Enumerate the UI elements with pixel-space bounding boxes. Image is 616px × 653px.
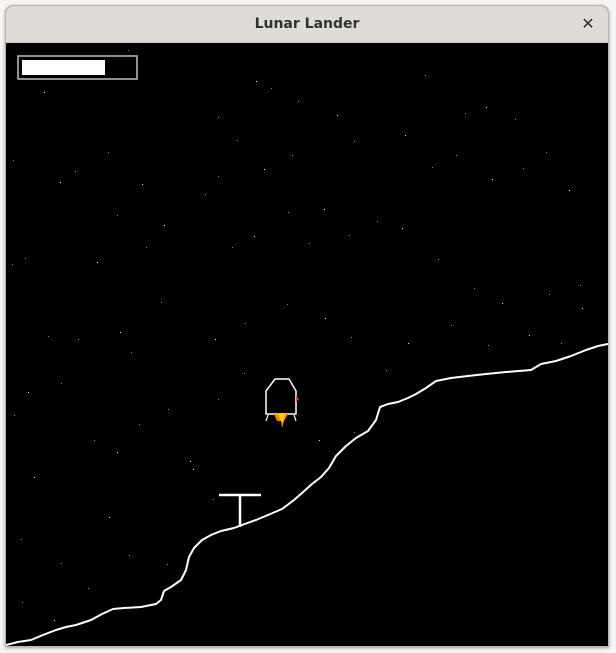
- star: [237, 140, 238, 141]
- star: [190, 461, 191, 462]
- star: [109, 517, 110, 518]
- star: [218, 117, 219, 118]
- star: [34, 477, 35, 478]
- star: [161, 302, 162, 303]
- star: [298, 101, 299, 102]
- star: [21, 539, 22, 540]
- star: [402, 228, 403, 229]
- star: [287, 304, 288, 305]
- star: [264, 169, 265, 170]
- star: [14, 415, 15, 416]
- fuel-gauge-fill: [22, 60, 105, 75]
- window-title: Lunar Lander: [254, 16, 360, 32]
- star: [142, 184, 143, 185]
- star: [108, 152, 109, 153]
- star: [451, 325, 452, 326]
- lander-body: [265, 378, 297, 415]
- star: [561, 343, 562, 344]
- star: [377, 221, 378, 222]
- star: [488, 345, 489, 346]
- game-window: Lunar Lander ✕: [5, 5, 609, 647]
- star: [117, 215, 118, 216]
- close-icon[interactable]: ✕: [576, 12, 600, 36]
- star: [193, 469, 194, 470]
- star: [515, 119, 516, 120]
- star: [582, 308, 583, 309]
- star: [88, 588, 89, 589]
- star: [325, 318, 326, 319]
- star: [432, 167, 433, 168]
- star: [438, 259, 439, 260]
- star: [75, 171, 76, 172]
- star: [486, 107, 487, 108]
- star: [549, 294, 550, 295]
- star: [474, 288, 475, 289]
- star: [12, 264, 13, 265]
- star: [354, 141, 355, 142]
- star: [213, 499, 214, 500]
- star: [324, 209, 325, 210]
- star: [349, 235, 350, 236]
- star: [78, 339, 79, 340]
- star: [215, 339, 216, 340]
- star: [61, 383, 62, 384]
- star: [271, 88, 272, 89]
- star: [580, 285, 581, 286]
- star: [244, 373, 245, 374]
- star: [218, 399, 219, 400]
- star: [117, 452, 118, 453]
- star: [139, 424, 140, 425]
- star: [354, 432, 355, 433]
- star: [254, 236, 255, 237]
- star: [164, 225, 165, 226]
- star: [465, 113, 466, 114]
- star: [405, 135, 406, 136]
- star: [61, 563, 62, 564]
- star: [60, 182, 61, 183]
- star: [13, 160, 14, 161]
- star: [319, 440, 320, 441]
- star: [292, 155, 293, 156]
- star: [351, 337, 352, 338]
- star: [168, 409, 169, 410]
- star: [22, 602, 23, 603]
- sky-background: [6, 43, 608, 646]
- star: [425, 75, 426, 76]
- star: [97, 262, 98, 263]
- star: [131, 352, 132, 353]
- star: [546, 152, 547, 153]
- star: [288, 212, 289, 213]
- star: [167, 564, 168, 565]
- star: [94, 440, 95, 441]
- star: [54, 620, 55, 621]
- star: [408, 343, 409, 344]
- star: [529, 335, 530, 336]
- star: [569, 190, 570, 191]
- star: [28, 392, 29, 393]
- star: [48, 336, 49, 337]
- star: [232, 247, 233, 248]
- star: [256, 81, 257, 82]
- star: [492, 179, 493, 180]
- star: [128, 50, 129, 51]
- game-canvas[interactable]: [6, 43, 608, 646]
- star: [129, 555, 130, 556]
- star: [386, 370, 387, 371]
- star: [120, 332, 121, 333]
- star: [218, 176, 219, 177]
- star: [309, 243, 310, 244]
- star: [205, 194, 206, 195]
- star: [44, 92, 45, 93]
- game-scene: [6, 43, 608, 646]
- star: [25, 258, 26, 259]
- title-bar: Lunar Lander ✕: [6, 6, 608, 43]
- star: [146, 247, 147, 248]
- star: [337, 115, 338, 116]
- star: [502, 303, 503, 304]
- star: [245, 323, 246, 324]
- star: [456, 155, 457, 156]
- star: [523, 168, 524, 169]
